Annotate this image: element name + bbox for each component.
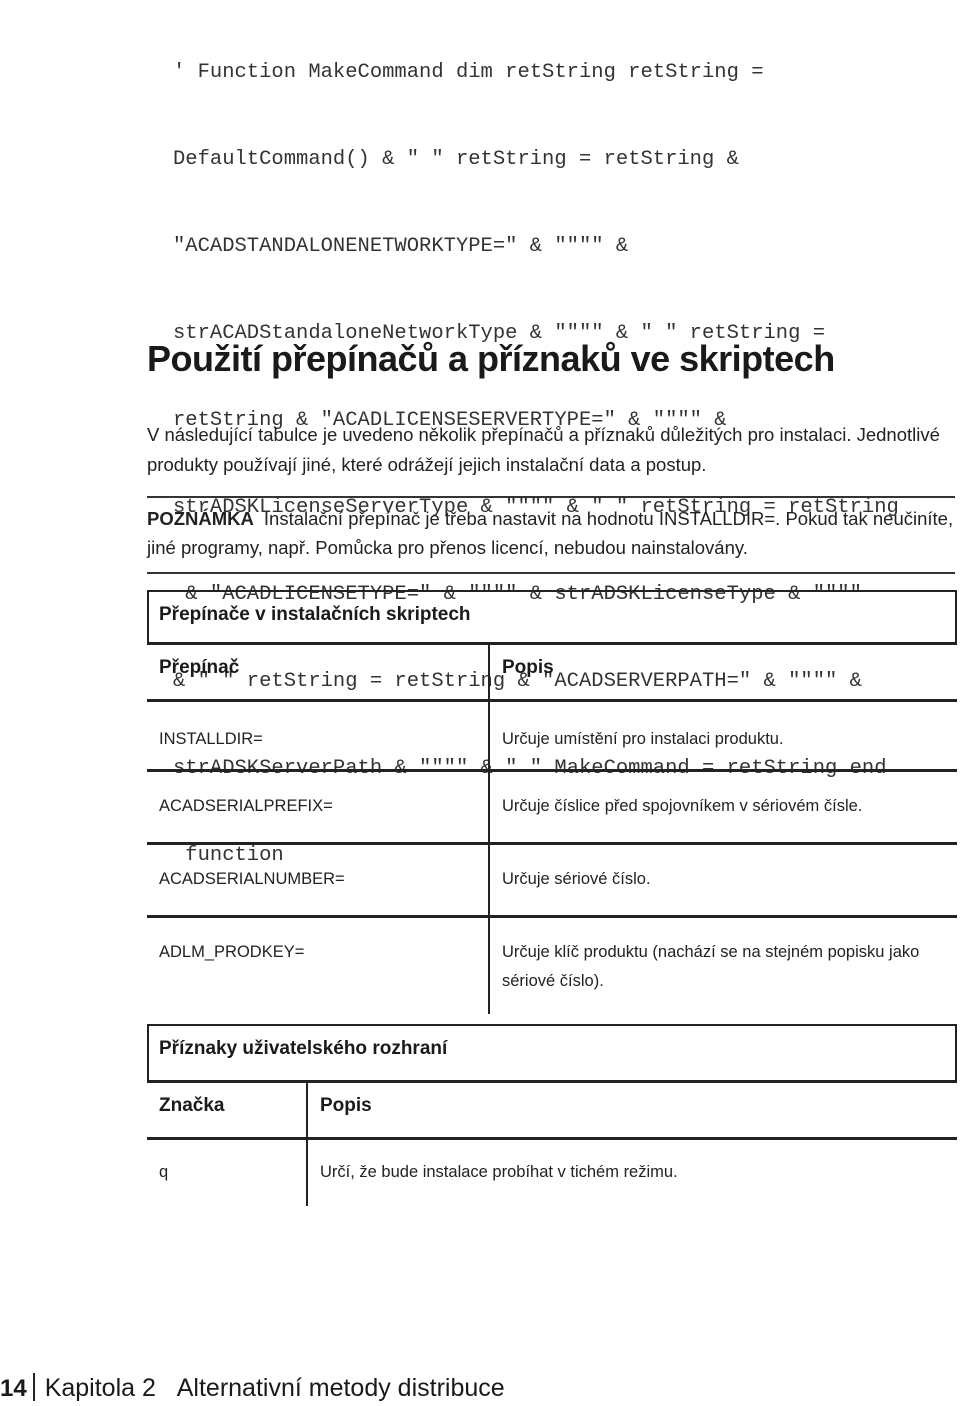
column-header: Značka: [159, 1095, 225, 1116]
code-line: ' Function MakeCommand dim retString ret…: [173, 61, 764, 84]
table-cell: ADLM_PRODKEY=: [159, 943, 305, 961]
section-heading: Použití přepínačů a příznaků ve skriptec…: [147, 338, 835, 379]
code-line: "ACADSTANDALONENETWORKTYPE=" & """" &: [173, 235, 629, 258]
table-row: ACADSERIALPREFIX= Určuje číslice před sp…: [147, 769, 957, 842]
table-cell: Určuje klíč produktu (nachází se na stej…: [488, 918, 957, 1014]
column-header: Přepínač: [159, 657, 240, 678]
table-cell: ACADSERIALPREFIX=: [159, 797, 333, 815]
column-header: Popis: [488, 645, 957, 699]
table-cell: INSTALLDIR=: [159, 730, 263, 748]
table-title: Přepínače v instalačních skriptech: [147, 590, 957, 642]
chapter-title: Alternativní metody distribuce: [176, 1374, 505, 1402]
table-header-row: Značka Popis: [147, 1080, 957, 1137]
note-text: Instalační přepínač je třeba nastavit na…: [147, 508, 954, 558]
flags-table: Příznaky uživatelského rozhraní Značka P…: [147, 1024, 957, 1206]
page-footer: 14 Kapitola 2 Alternativní metody distrib…: [0, 1373, 505, 1403]
table-cell: q: [159, 1163, 169, 1181]
table-row: ADLM_PRODKEY= Určuje klíč produktu (nach…: [147, 915, 957, 1014]
table-cell: Určuje číslice před spojovníkem v sériov…: [488, 772, 957, 842]
column-header: Popis: [306, 1083, 957, 1137]
table-row: ACADSERIALNUMBER= Určuje sériové číslo.: [147, 842, 957, 915]
switches-table: Přepínače v instalačních skriptech Přepí…: [147, 590, 957, 1014]
table-cell: ACADSERIALNUMBER=: [159, 870, 345, 888]
table-cell: Určuje umístění pro instalaci produktu.: [488, 702, 957, 769]
code-line: DefaultCommand() & " " retString = retSt…: [173, 148, 739, 171]
page-number: 14: [0, 1375, 27, 1402]
table-row: q Určí, že bude instalace probíhat v tic…: [147, 1137, 957, 1206]
table-cell: Určuje sériové číslo.: [488, 845, 957, 915]
table-header-row: Přepínač Popis: [147, 642, 957, 699]
table-cell: Určí, že bude instalace probíhat v tiché…: [306, 1140, 957, 1206]
table-title: Příznaky uživatelského rozhraní: [147, 1024, 957, 1080]
note-label: POZNÁMKA: [147, 508, 254, 529]
note-box: POZNÁMKA Instalační přepínač je třeba nas…: [147, 496, 955, 574]
chapter-label: Kapitola 2: [44, 1374, 156, 1402]
intro-paragraph: V následující tabulce je uvedeno několik…: [147, 424, 940, 475]
footer-divider: [32, 1373, 35, 1401]
table-row: INSTALLDIR= Určuje umístění pro instalac…: [147, 699, 957, 769]
